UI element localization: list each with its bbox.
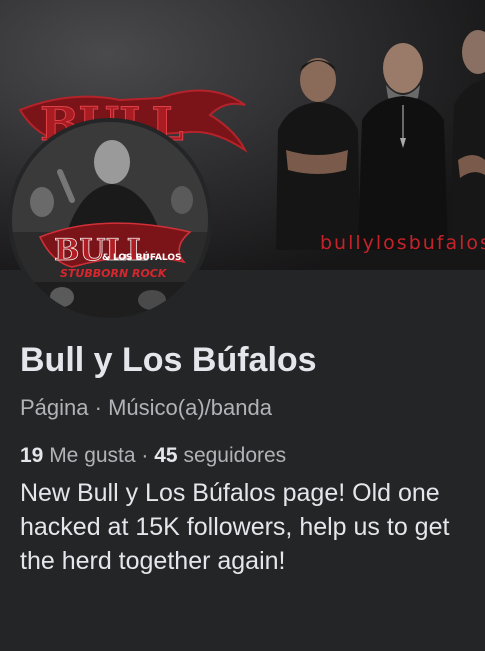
likes-count: 19	[20, 444, 44, 467]
followers-link[interactable]: 45 seguidores	[154, 444, 286, 467]
avatar-sub-text: & LOS BÚFALOS	[102, 251, 181, 263]
likes-label: Me gusta	[43, 444, 136, 467]
page-info: Bull y Los Búfalos Página · Músico(a)/ba…	[20, 340, 475, 578]
page-type: Página	[20, 395, 89, 420]
cover-watermark-text: bullylosbufalos	[320, 232, 485, 254]
avatar-logo-art: BULL & LOS BÚFALOS STUBBORN ROCK	[12, 122, 208, 318]
likes-link[interactable]: 19 Me gusta	[20, 444, 136, 467]
band-members-photo	[276, 30, 485, 250]
profile-picture-image: BULL & LOS BÚFALOS STUBBORN ROCK	[12, 122, 208, 318]
category-separator: ·	[88, 395, 109, 420]
facebook-page-header: BULL bullylosbufalos	[0, 0, 485, 651]
page-bio: New Bull y Los Búfalos page! Old one hac…	[20, 479, 450, 575]
page-name: Bull y Los Búfalos	[20, 341, 317, 379]
avatar-tagline: STUBBORN ROCK	[60, 267, 168, 280]
stats-separator: ·	[135, 444, 155, 467]
page-stats: 19 Me gusta · 45 seguidores	[20, 442, 475, 470]
page-category[interactable]: Músico(a)/banda	[108, 395, 272, 420]
followers-count: 45	[154, 444, 178, 467]
followers-label: seguidores	[177, 444, 287, 467]
profile-picture[interactable]: BULL & LOS BÚFALOS STUBBORN ROCK	[8, 118, 212, 322]
page-category-line: Página · Músico(a)/banda	[20, 394, 475, 422]
